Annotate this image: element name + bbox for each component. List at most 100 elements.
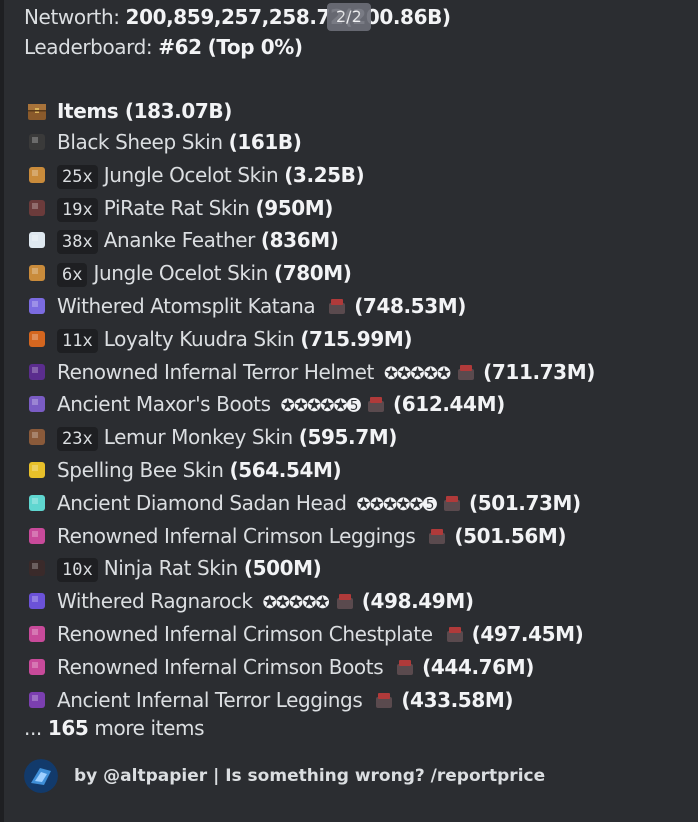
leaderboard-top: (Top 0%) <box>207 35 303 59</box>
item-price: (711.73M) <box>483 359 595 384</box>
item-price: (433.58M) <box>401 687 514 712</box>
item-name: PiRate Rat Skin <box>103 195 256 220</box>
item-price: (595.7M) <box>298 425 398 450</box>
enchantment-table-icon <box>444 495 461 511</box>
item-stars: ✪✪✪✪✪➎ <box>356 494 437 515</box>
item-name: Ancient Infernal Terror Leggings <box>57 687 369 712</box>
item-row: Black Sheep Skin (161B) <box>26 127 302 157</box>
embed-footer: by @altpapier | Is something wrong? /rep… <box>24 756 545 796</box>
item-quantity: 11x <box>57 328 98 353</box>
item-quantity: 10x <box>57 558 98 583</box>
item-row: 23x Lemur Monkey Skin (595.7M) <box>26 422 397 452</box>
item-row: 10x Ninja Rat Skin (500M) <box>26 553 322 583</box>
item-icon <box>29 658 45 675</box>
networth-label: Networth: <box>24 5 126 29</box>
networth-line: Networth: 200,859,257,258.72(200.86B) <box>24 2 451 32</box>
leaderboard-line: Leaderboard: #62 (Top 0%) <box>24 32 303 62</box>
item-icon <box>29 527 45 544</box>
item-icon <box>29 232 45 249</box>
more-items-prefix: ... <box>24 716 48 740</box>
item-price: (498.49M) <box>361 589 474 614</box>
enchantment-table-icon <box>329 299 346 314</box>
item-row: 38x Ananke Feather (836M) <box>26 225 339 255</box>
enchantment-table-icon <box>376 692 393 708</box>
item-name: Renowned Infernal Terror Helmet <box>57 359 380 384</box>
items-header: Items (183.07B) <box>26 96 232 126</box>
enchantment-table-icon <box>368 397 385 413</box>
item-price: (501.56M) <box>454 523 567 548</box>
item-icon <box>29 593 45 610</box>
item-row: Spelling Bee Skin (564.54M) <box>26 455 342 485</box>
item-name: Black Sheep Skin <box>57 130 229 154</box>
item-name: Ancient Diamond Sadan Head <box>57 490 353 515</box>
item-row: Ancient Diamond Sadan Head ✪✪✪✪✪➎ (501.73… <box>26 488 581 518</box>
item-row: 19x PiRate Rat Skin (950M) <box>26 193 333 223</box>
item-quantity: 23x <box>57 427 98 452</box>
item-stars: ✪✪✪✪✪➎ <box>280 396 361 417</box>
item-row: Renowned Infernal Terror Helmet ✪✪✪✪✪ (71… <box>26 357 595 387</box>
item-name: Loyalty Kuudra Skin <box>103 326 301 351</box>
item-name: Renowned Infernal Crimson Leggings <box>57 523 422 548</box>
item-icon <box>29 199 45 216</box>
enchantment-table-icon <box>446 627 463 642</box>
item-row: 6x Jungle Ocelot Skin (780M) <box>26 258 352 288</box>
item-row: 25x Jungle Ocelot Skin (3.25B) <box>26 160 365 190</box>
item-row: Withered Ragnarock ✪✪✪✪✪ (498.49M) <box>26 586 474 616</box>
item-row: Ancient Maxor's Boots ✪✪✪✪✪➎ (612.44M) <box>26 389 505 419</box>
item-name: Renowned Infernal Crimson Boots <box>57 654 390 679</box>
item-stars: ✪✪✪✪✪ <box>262 593 330 614</box>
item-price: (497.45M) <box>471 622 584 646</box>
item-name: Ninja Rat Skin <box>103 556 244 581</box>
item-name: Jungle Ocelot Skin <box>103 162 285 187</box>
item-icon <box>29 429 45 446</box>
more-items-line: ... 165 more items <box>24 713 205 743</box>
item-name: Renowned Infernal Crimson Chestplate <box>57 622 439 646</box>
item-price: (612.44M) <box>393 392 505 417</box>
enchantment-table-icon <box>458 364 475 380</box>
enchantment-table-icon <box>429 528 446 544</box>
item-name: Ananke Feather <box>103 228 261 253</box>
item-icon <box>29 166 45 183</box>
leaderboard-rank: #62 <box>158 35 202 59</box>
item-price: (715.99M) <box>300 326 413 351</box>
footer-text: by @altpapier | Is something wrong? /rep… <box>74 766 546 786</box>
item-price: (161B) <box>228 130 302 154</box>
item-quantity: 19x <box>57 197 98 222</box>
item-quantity: 25x <box>57 164 98 189</box>
item-icon <box>29 626 45 642</box>
page-indicator[interactable]: 2/2 <box>327 3 371 31</box>
item-icon <box>29 462 45 478</box>
item-icon <box>29 494 45 511</box>
item-name: Ancient Maxor's Boots <box>57 392 277 417</box>
item-icon <box>29 265 45 282</box>
enchantment-table-icon <box>397 659 414 675</box>
item-row: Renowned Infernal Crimson Boots (444.76M… <box>26 652 534 682</box>
item-price: (780M) <box>273 261 352 286</box>
item-price: (564.54M) <box>229 458 342 482</box>
item-name: Jungle Ocelot Skin <box>93 261 274 286</box>
item-name: Withered Atomsplit Katana <box>57 294 322 318</box>
item-row: Withered Atomsplit Katana (748.53M) <box>26 291 466 321</box>
leaderboard-label: Leaderboard: <box>24 35 159 59</box>
item-price: (444.76M) <box>422 654 534 679</box>
item-name: Withered Ragnarock <box>57 589 259 614</box>
item-price: (3.25B) <box>284 162 365 187</box>
item-quantity: 38x <box>57 230 98 255</box>
item-quantity: 6x <box>57 263 88 288</box>
item-icon <box>29 363 45 380</box>
item-stars: ✪✪✪✪✪ <box>383 363 451 384</box>
item-icon <box>29 134 45 150</box>
more-items-suffix: more items <box>88 716 205 740</box>
item-price: (500M) <box>243 556 322 581</box>
item-icon <box>29 330 45 347</box>
networth-value: 200,859,257,258.72 <box>125 5 344 29</box>
item-name: Spelling Bee Skin <box>57 458 230 482</box>
item-price: (836M) <box>260 228 339 253</box>
networth-embed: Networth: 200,859,257,258.72(200.86B) 2/… <box>0 0 698 822</box>
item-row: Ancient Infernal Terror Leggings (433.58… <box>26 685 513 715</box>
items-header-label: Items (183.07B) <box>57 99 232 123</box>
bot-avatar-icon <box>24 759 58 793</box>
item-row: Renowned Infernal Crimson Leggings (501.… <box>26 521 567 551</box>
item-icon <box>29 298 45 314</box>
chest-icon <box>28 104 46 120</box>
